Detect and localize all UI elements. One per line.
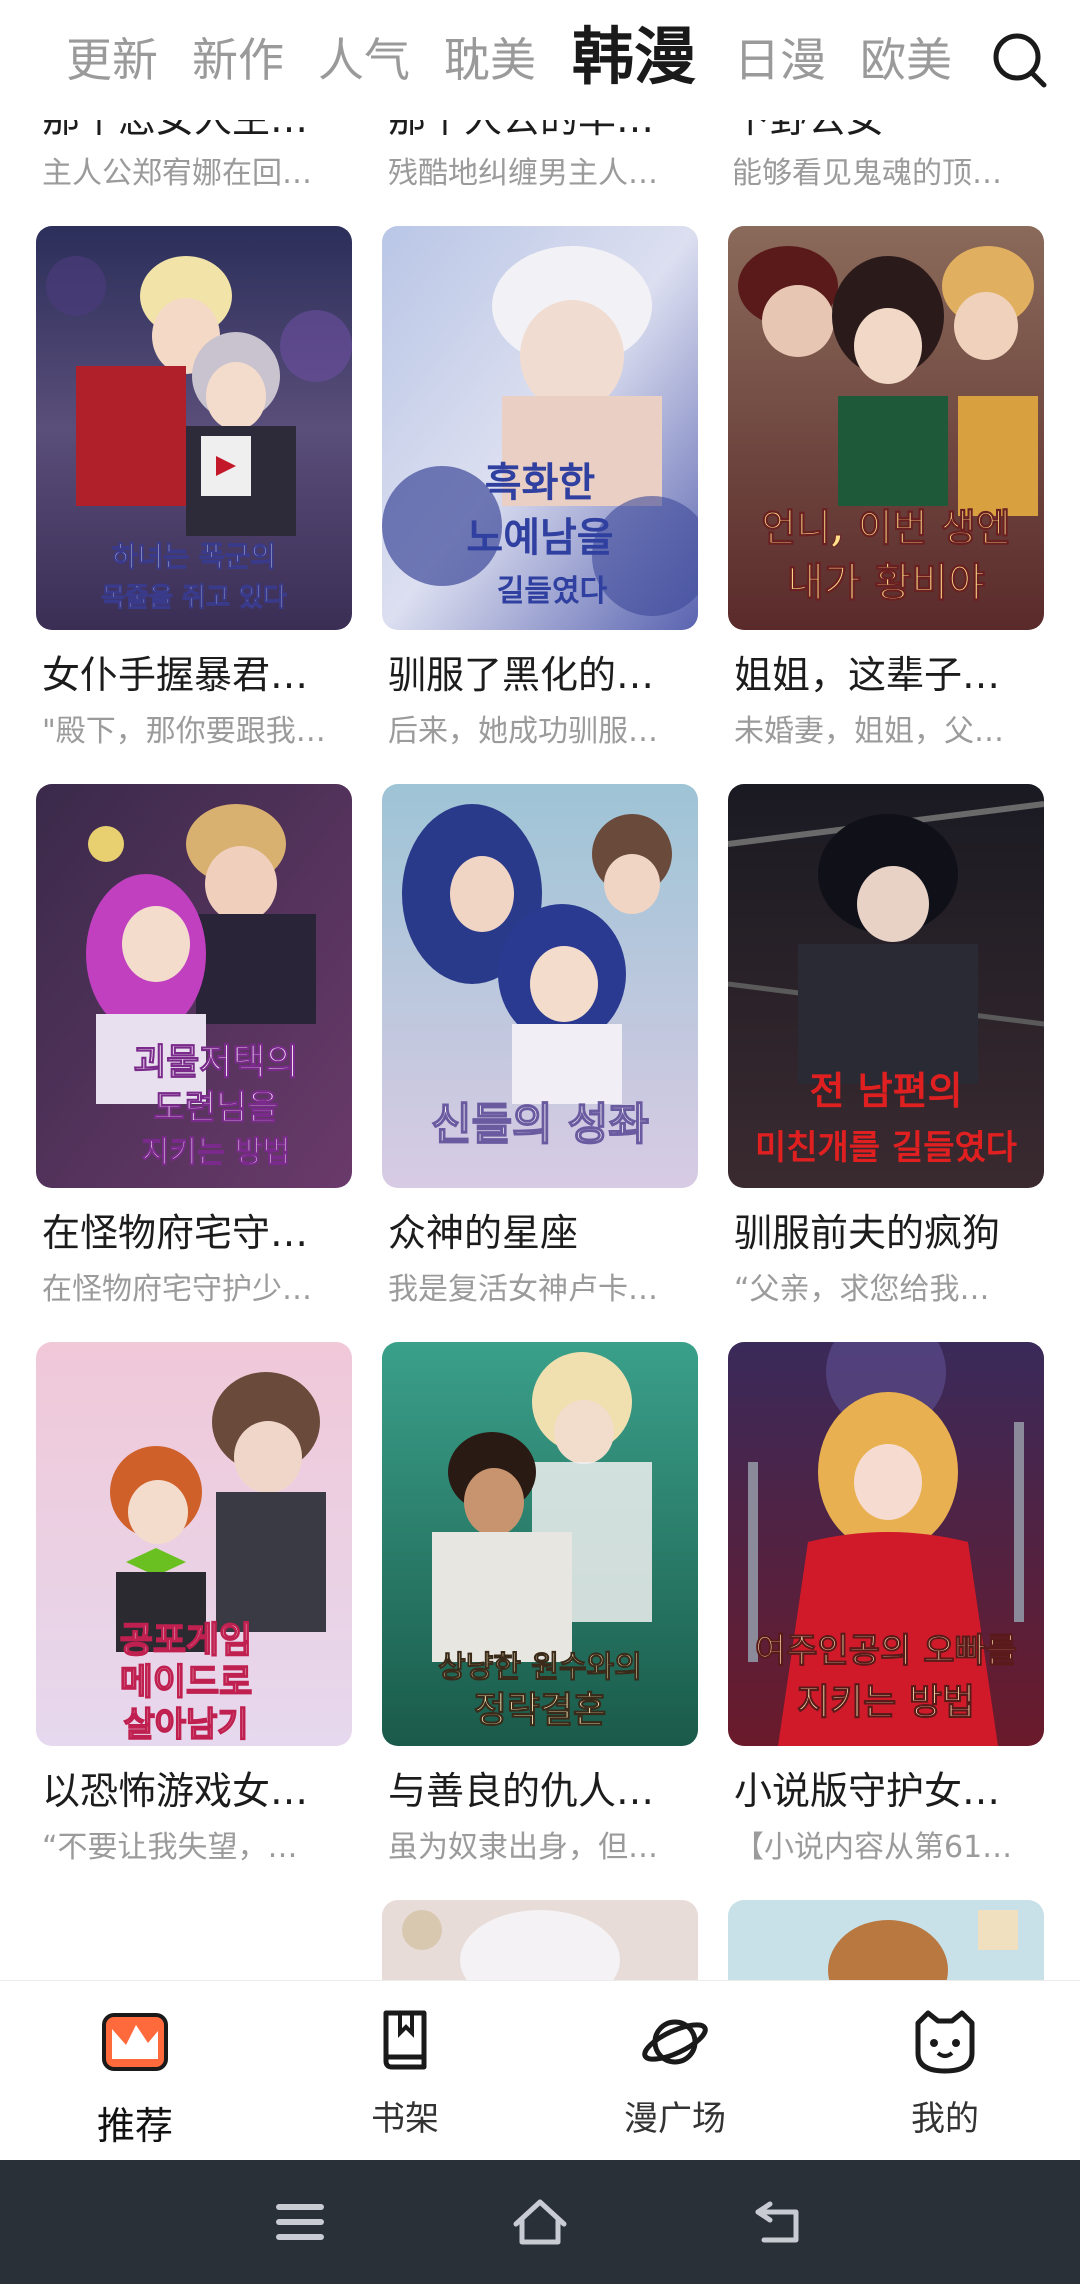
cover-title-text: 언니, 이번 생엔 [761,505,1010,550]
comic-cover[interactable] [728,1900,1044,1980]
comic-desc: 后来，她成功驯服… [388,714,658,749]
svg-text:노예남을: 노예남을 [466,514,613,561]
comic-desc: 主人公郑宥娜在回… [42,156,312,191]
planet-icon [640,2007,710,2077]
comic-cover[interactable]: 흑화한 노예남을 길들였다 [382,226,698,630]
home-icon[interactable] [510,2194,570,2250]
comic-title[interactable]: 众神的星座 [388,1208,698,1258]
comic-card[interactable]: 공포게임 메이드로 살아남기 以恐怖游戏女… “不要让我失望，… [36,1342,352,1882]
tab-japanese[interactable]: 日漫 [734,28,826,92]
comic-card[interactable]: 괴물저택의 도련님을 지키는 방법 在怪物府宅守… 在怪物府宅守护少… [36,784,352,1324]
search-icon[interactable] [990,30,1050,90]
svg-text:도련님을: 도련님을 [153,1088,278,1128]
comic-desc: “父亲，求您给我… [734,1272,990,1307]
svg-text:지키는 방법: 지키는 방법 [142,1135,290,1170]
comic-cover[interactable]: 신들의 성좌 [382,784,698,1188]
tab-western[interactable]: 欧美 [860,28,952,92]
nav-label: 推荐 [96,2104,173,2148]
cover-title-text: 전 남편의 [809,1068,962,1113]
nav-profile[interactable]: 我的 [810,1981,1080,2161]
nav-bookshelf[interactable]: 书架 [270,1981,540,2161]
comic-desc: 虽为奴隶出身，但… [388,1830,658,1865]
comic-title[interactable]: 与善良的仇人… [388,1766,698,1816]
cover-title-text: 공포게임 [120,1619,252,1661]
svg-text:살아남기: 살아남기 [123,1705,248,1745]
cover-title-text: 여주인공의 오빠를 [755,1631,1017,1671]
comic-grid: 那个恶女人生… 主人公郑宥娜在回… 那个人公的华… 残酷地纠缠男主人… 下野公女… [0,100,1080,1980]
tab-updates[interactable]: 更新 [66,28,158,92]
comic-cover[interactable]: 전 남편의 미친개를 길들였다 [728,784,1044,1188]
comic-card[interactable]: 언니, 이번 생엔 내가 황비야 姐姐，这辈子… 未婚妻，姐姐，父… [728,226,1044,766]
comic-title[interactable]: 小说版守护女… [734,1766,1044,1816]
category-tab-bar: 更新 新作 人气 耽美 韩漫 日漫 欧美 [0,0,1080,120]
nav-recommend[interactable]: 推荐 [0,1981,270,2161]
recommend-icon [100,2007,170,2077]
comic-desc: 我是复活女神卢卡… [388,1272,658,1307]
comic-card[interactable]: 전 남편의 미친개를 길들였다 驯服前夫的疯狗 “父亲，求您给我… [728,784,1044,1324]
comic-desc: “不要让我失望，… [42,1830,298,1865]
svg-text:정략결혼: 정략결혼 [474,1689,606,1731]
comic-desc: "殿下，那你要跟我… [42,714,326,749]
comic-cover[interactable] [382,1900,698,1980]
comic-title[interactable]: 姐姐，这辈子… [734,650,1044,700]
comic-cover[interactable]: 괴물저택의 도련님을 지키는 방법 [36,784,352,1188]
comic-card[interactable]: 상냥한 원수와의 정략결혼 与善良的仇人… 虽为奴隶出身，但… [382,1342,698,1882]
comic-desc: 【小说内容从第61… [734,1830,1013,1865]
cover-title-text: 하녀는 폭군의 [112,540,276,573]
comic-cover[interactable]: 상냥한 원수와의 정략결혼 [382,1342,698,1746]
bookshelf-icon [370,2007,440,2077]
comic-title[interactable]: 女仆手握暴君… [42,650,352,700]
tab-korean[interactable]: 韩漫 [572,20,696,94]
cover-title-text: 괴물저택의 [133,1041,299,1083]
comic-title[interactable]: 以恐怖游戏女… [42,1766,352,1816]
svg-text:목줄을 쥐고 있다: 목줄을 쥐고 있다 [101,583,287,613]
comic-cover[interactable]: 여주인공의 오빠를 지키는 방법 [728,1342,1044,1746]
comic-card[interactable] [382,1900,698,1980]
comic-title[interactable]: 驯服了黑化的… [388,650,698,700]
svg-text:메이드로: 메이드로 [120,1661,252,1703]
system-navigation-bar [0,2160,1080,2284]
comic-title[interactable]: 在怪物府宅守… [42,1208,352,1258]
tab-bl[interactable]: 耽美 [444,28,536,92]
comic-desc: 能够看见鬼魂的顶… [732,156,1002,191]
cat-profile-icon [910,2007,980,2077]
svg-text:미친개를 길들였다: 미친개를 길들였다 [755,1128,1017,1168]
comic-desc: 残酷地纠缠男主人… [388,156,658,191]
cover-title-text: 상냥한 원수와의 [438,1650,642,1685]
comic-title[interactable]: 驯服前夫的疯狗 [734,1208,1044,1258]
comic-desc: 未婚妻，姐姐，父… [734,714,1004,749]
svg-text:길들였다: 길들였다 [497,574,608,609]
cover-title-text: 신들의 성좌 [431,1099,649,1150]
comic-cover[interactable]: 언니, 이번 생엔 내가 황비야 [728,226,1044,630]
nav-label: 漫广场 [624,2099,726,2139]
comic-card[interactable]: 신들의 성좌 众神的星座 我是复活女神卢卡… [382,784,698,1324]
comic-card[interactable] [728,1900,1044,1980]
svg-text:내가 황비야: 내가 황비야 [787,559,985,606]
comic-cover[interactable]: 하녀는 폭군의 목줄을 쥐고 있다 [36,226,352,630]
tab-new[interactable]: 新作 [192,28,284,92]
svg-text:지키는 방법: 지키는 방법 [797,1681,975,1723]
comic-desc: 在怪物府宅守护少… [42,1272,312,1307]
menu-icon[interactable] [270,2194,330,2250]
nav-label: 我的 [911,2099,979,2139]
cover-title-text: 흑화한 [485,459,596,506]
bottom-navigation: 推荐 书架 漫广场 我的 [0,1980,1080,2160]
tab-popular[interactable]: 人气 [318,28,410,92]
nav-label: 书架 [371,2099,439,2139]
comic-card[interactable]: 하녀는 폭군의 목줄을 쥐고 있다 女仆手握暴君… "殿下，那你要跟我… [36,226,352,766]
comic-card[interactable]: 흑화한 노예남을 길들였다 驯服了黑化的… 后来，她成功驯服… [382,226,698,766]
nav-comic-square[interactable]: 漫广场 [540,1981,810,2161]
back-icon[interactable] [750,2194,810,2250]
comic-card[interactable]: 여주인공의 오빠를 지키는 방법 小说版守护女… 【小说内容从第61… [728,1342,1044,1882]
comic-cover[interactable]: 공포게임 메이드로 살아남기 [36,1342,352,1746]
